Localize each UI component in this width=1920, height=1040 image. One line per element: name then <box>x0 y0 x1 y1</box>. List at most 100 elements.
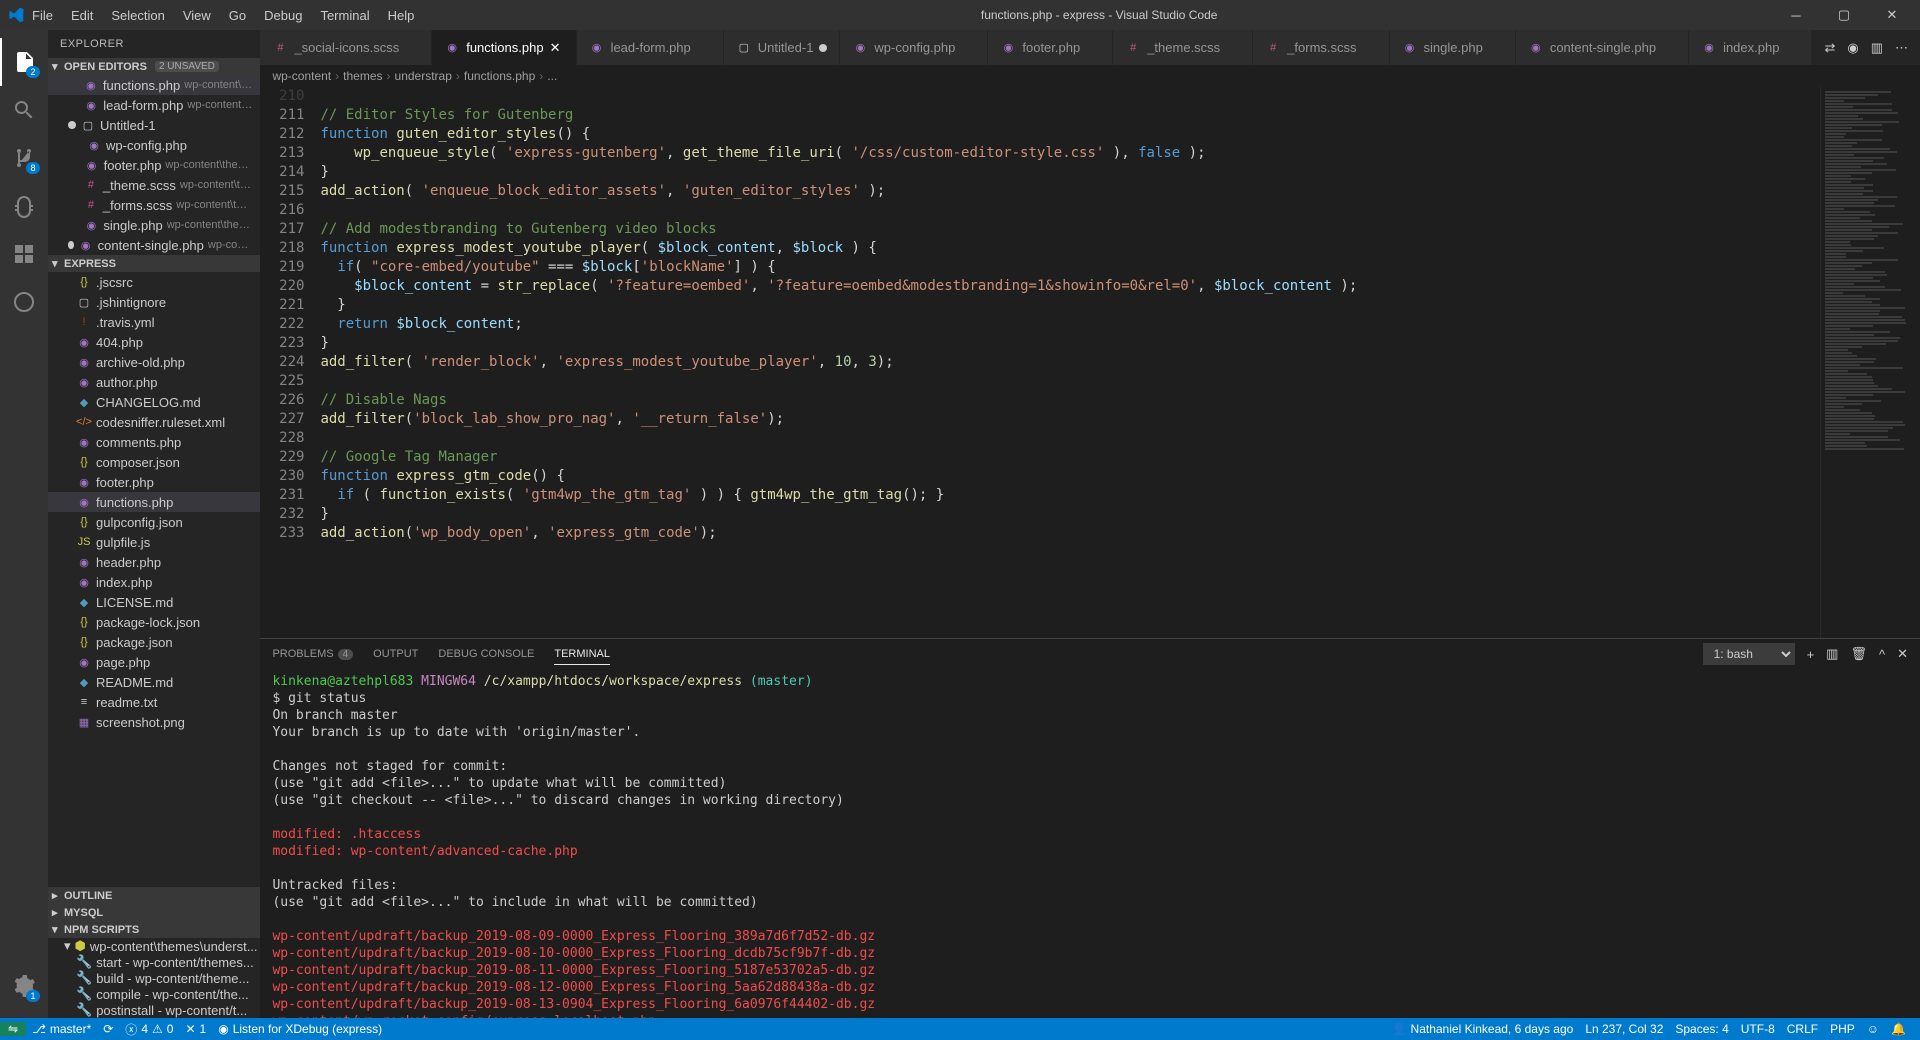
git-branch[interactable]: ⎇ master* <box>26 1022 97 1036</box>
open-editor-item[interactable]: ✕#_theme.scsswp-content\themes... <box>48 175 260 195</box>
open-editor-item[interactable]: ✕◉single.phpwp-content\themes\... <box>48 215 260 235</box>
new-terminal-icon[interactable]: + <box>1807 647 1815 662</box>
debug-icon[interactable] <box>0 182 48 230</box>
file-item[interactable]: ≡readme.txt <box>48 692 260 712</box>
code-line[interactable]: wp_enqueue_style( 'express-gutenberg', g… <box>320 144 1820 163</box>
code-line[interactable]: if( "core-embed/youtube" === $block['blo… <box>320 258 1820 277</box>
code-line[interactable]: } <box>320 505 1820 524</box>
eol[interactable]: CRLF <box>1781 1022 1824 1036</box>
source-control-icon[interactable]: 8 <box>0 134 48 182</box>
encoding[interactable]: UTF-8 <box>1735 1022 1781 1036</box>
project-header[interactable]: ▾ EXPRESS <box>48 255 260 272</box>
tab-terminal[interactable]: TERMINAL <box>554 644 610 665</box>
maximize-panel-icon[interactable]: ^ <box>1879 647 1885 662</box>
menu-terminal[interactable]: Terminal <box>312 4 377 27</box>
editor-tab[interactable]: ◉wp-config.php✕ <box>840 30 988 65</box>
editor-tab[interactable]: ◉single.php✕ <box>1390 30 1516 65</box>
minimap[interactable] <box>1820 87 1920 638</box>
open-editor-item[interactable]: ✕◉lead-form.phpwp-content\the... <box>48 95 260 115</box>
close-panel-icon[interactable]: ✕ <box>1897 646 1908 662</box>
npm-script-item[interactable]: 🔧 build - wp-content/theme... <box>48 970 260 986</box>
npm-script-item[interactable]: 🔧 compile - wp-content/the... <box>48 986 260 1002</box>
code-line[interactable]: add_filter('block_lab_show_pro_nag', '__… <box>320 410 1820 429</box>
minimize-button[interactable]: ─ <box>1776 0 1816 30</box>
file-item[interactable]: {}.jscsrc <box>48 272 260 292</box>
menu-go[interactable]: Go <box>221 4 254 27</box>
open-editors-header[interactable]: ▾ OPEN EDITORS 2 UNSAVED <box>48 58 260 75</box>
code-line[interactable]: $block_content = str_replace( '?feature=… <box>320 277 1820 296</box>
cursor-position[interactable]: Ln 237, Col 32 <box>1579 1022 1669 1036</box>
code-line[interactable]: add_filter( 'render_block', 'express_mod… <box>320 353 1820 372</box>
feedback-icon[interactable]: ☺ <box>1861 1022 1885 1036</box>
editor-tab[interactable]: ◉content-single.php✕ <box>1516 30 1689 65</box>
extensions-icon[interactable] <box>0 230 48 278</box>
search-icon[interactable] <box>0 86 48 134</box>
kill-terminal-icon[interactable]: 🗑 <box>1850 646 1867 662</box>
split-icon[interactable]: ▥ <box>1871 40 1883 56</box>
editor-tab[interactable]: ◉functions.php✕ <box>432 30 576 65</box>
file-item[interactable]: JSgulpfile.js <box>48 532 260 552</box>
file-item[interactable]: {}package.json <box>48 632 260 652</box>
code-line[interactable]: function express_gtm_code() { <box>320 467 1820 486</box>
npm-script-item[interactable]: 🔧 start - wp-content/themes... <box>48 954 260 970</box>
file-item[interactable]: ◆CHANGELOG.md <box>48 392 260 412</box>
menu-selection[interactable]: Selection <box>103 4 172 27</box>
code-line[interactable]: return $block_content; <box>320 315 1820 334</box>
code-line[interactable] <box>320 201 1820 220</box>
notifications-icon[interactable]: 🔔 <box>1885 1022 1912 1036</box>
file-item[interactable]: ◉404.php <box>48 332 260 352</box>
breadcrumb-item[interactable]: themes <box>343 69 382 83</box>
code-line[interactable]: add_action( 'enqueue_block_editor_assets… <box>320 182 1820 201</box>
file-item[interactable]: !.travis.yml <box>48 312 260 332</box>
code-line[interactable]: } <box>320 334 1820 353</box>
npm-package[interactable]: ▾ ⬢ wp-content\themes\underst... <box>48 938 260 954</box>
menu-file[interactable]: File <box>24 4 61 27</box>
code-line[interactable]: } <box>320 163 1820 182</box>
git-blame[interactable]: 👤 Nathaniel Kinkead, 6 days ago <box>1386 1022 1580 1036</box>
remote-indicator[interactable]: ⇋ <box>0 1022 26 1036</box>
file-item[interactable]: ◉header.php <box>48 552 260 572</box>
menu-help[interactable]: Help <box>380 4 423 27</box>
file-item[interactable]: ◉footer.php <box>48 472 260 492</box>
code-line[interactable]: // Disable Nags <box>320 391 1820 410</box>
code-line[interactable]: function guten_editor_styles() { <box>320 125 1820 144</box>
code-line[interactable]: add_action('wp_body_open', 'express_gtm_… <box>320 524 1820 543</box>
file-item[interactable]: </>codesniffer.ruleset.xml <box>48 412 260 432</box>
code-line[interactable]: // Google Tag Manager <box>320 448 1820 467</box>
code-line[interactable]: function express_modest_youtube_player( … <box>320 239 1820 258</box>
breadcrumb-item[interactable]: ... <box>547 69 557 83</box>
code-line[interactable] <box>320 372 1820 391</box>
indentation[interactable]: Spaces: 4 <box>1669 1022 1734 1036</box>
remote-icon[interactable] <box>0 278 48 326</box>
terminal[interactable]: kinkena@aztehpl683 MINGW64 /c/xampp/htdo… <box>260 669 1920 1018</box>
tab-output[interactable]: OUTPUT <box>373 644 418 664</box>
editor-tab[interactable]: #_social-icons.scss✕ <box>260 30 432 65</box>
breadcrumb-item[interactable]: functions.php <box>464 69 535 83</box>
xdebug-status[interactable]: ◉ Listen for XDebug (express) <box>212 1022 388 1036</box>
file-item[interactable]: ◉functions.php <box>48 492 260 512</box>
language-mode[interactable]: PHP <box>1824 1022 1861 1036</box>
close-icon[interactable]: ✕ <box>550 40 564 56</box>
open-editor-item[interactable]: ✕◉wp-config.php <box>48 135 260 155</box>
open-editor-item[interactable]: ✕#_forms.scsswp-content\themes\... <box>48 195 260 215</box>
editor-tab[interactable]: #_forms.scss✕ <box>1253 30 1389 65</box>
menu-view[interactable]: View <box>175 4 219 27</box>
breadcrumb-item[interactable]: understrap <box>395 69 452 83</box>
editor-tab[interactable]: ◉footer.php✕ <box>988 30 1113 65</box>
npm-script-item[interactable]: 🔧 postinstall - wp-content/t... <box>48 1002 260 1018</box>
menu-debug[interactable]: Debug <box>256 4 310 27</box>
code-line[interactable]: if ( function_exists( 'gtm4wp_the_gtm_ta… <box>320 486 1820 505</box>
file-item[interactable]: ◉comments.php <box>48 432 260 452</box>
maximize-button[interactable]: ▢ <box>1824 0 1864 30</box>
code-line[interactable]: // Add modestbranding to Gutenberg video… <box>320 220 1820 239</box>
code-editor[interactable]: 2102112122132142152162172182192202212222… <box>260 87 1920 638</box>
code-line[interactable]: } <box>320 296 1820 315</box>
menu-edit[interactable]: Edit <box>63 4 101 27</box>
file-item[interactable]: ◉archive-old.php <box>48 352 260 372</box>
npm-header[interactable]: ▾ NPM SCRIPTS <box>48 921 260 938</box>
file-item[interactable]: ◉author.php <box>48 372 260 392</box>
open-editor-item[interactable]: ✕◉footer.phpwp-content\themes\... <box>48 155 260 175</box>
editor-tab[interactable]: ◉index.php✕ <box>1689 30 1812 65</box>
breadcrumb-item[interactable]: wp-content <box>272 69 331 83</box>
code-line[interactable]: // Editor Styles for Gutenberg <box>320 106 1820 125</box>
